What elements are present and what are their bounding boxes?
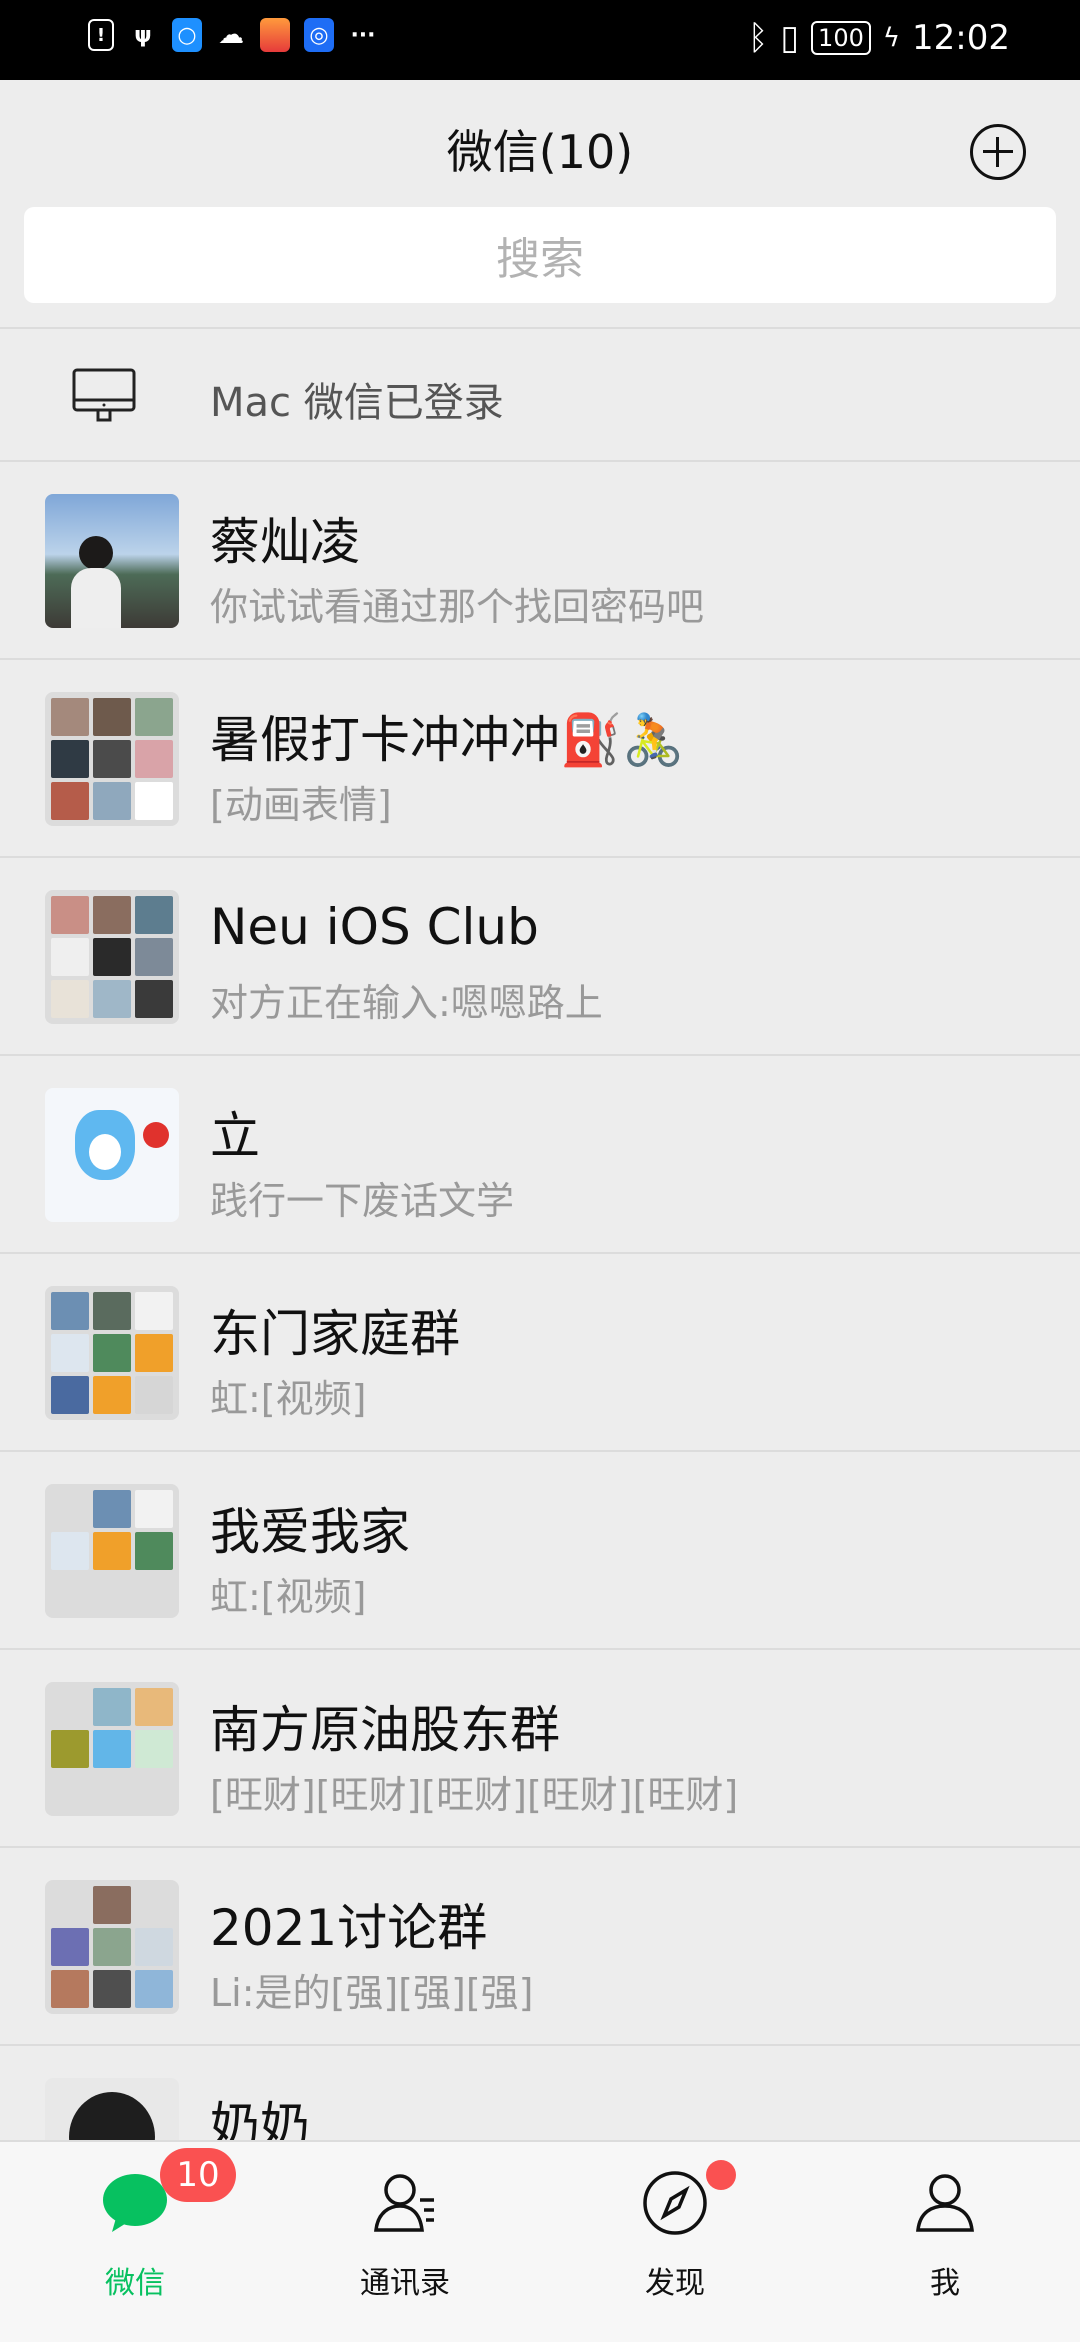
chat-row[interactable]: 东门家庭群 虹:[视频]: [0, 1256, 1080, 1452]
chat-preview: 践行一下废话文学: [210, 1179, 515, 1223]
charging-icon: ϟ: [882, 23, 901, 53]
bluetooth-icon: ᛒ: [747, 18, 769, 58]
divider: [0, 1648, 1080, 1650]
person-icon: [916, 2174, 974, 2232]
status-bar: ! ψ ○ ☁ ◎ ··· ᛒ ▯ 100 ϟ 12:02: [0, 0, 1080, 80]
usb-icon: ψ: [134, 22, 152, 48]
chat-name: 2021讨论群: [210, 1899, 488, 1957]
chat-row[interactable]: Neu iOS Club 对方正在输入:嗯嗯路上: [0, 860, 1080, 1056]
notice-icon: !: [88, 19, 114, 51]
chat-name: 南方原油股东群: [210, 1701, 560, 1759]
chat-row[interactable]: 立 践行一下废话文学: [0, 1058, 1080, 1254]
mac-login-text: Mac 微信已登录: [210, 380, 504, 426]
tab-discover[interactable]: 发现: [540, 2142, 810, 2342]
unread-badge: 10: [160, 2148, 236, 2202]
chat-row[interactable]: 2021讨论群 Li:是的[强][强][强]: [0, 1850, 1080, 2046]
divider: [0, 327, 1080, 329]
chat-preview: 对方正在输入:嗯嗯路上: [210, 981, 603, 1025]
chat-name: 蔡灿凌: [210, 513, 360, 571]
chat-name: 我爱我家: [210, 1503, 410, 1561]
divider: [0, 1054, 1080, 1056]
group-avatar: [45, 1880, 179, 2014]
contacts-icon: [374, 2174, 434, 2232]
status-icons-right: ᛒ ▯ 100 ϟ 12:02: [748, 18, 1010, 58]
divider: [0, 1450, 1080, 1452]
search-app-icon: ○: [172, 18, 202, 52]
chat-row[interactable]: 蔡灿凌 你试试看通过那个找回密码吧: [0, 464, 1080, 660]
divider: [0, 460, 1080, 462]
avatar: [45, 494, 179, 628]
plus-circle-icon[interactable]: [970, 124, 1026, 180]
group-avatar: [45, 890, 179, 1024]
status-icons-left: ! ψ ○ ☁ ◎ ···: [88, 18, 378, 52]
app-icon: [260, 18, 290, 52]
chat-row[interactable]: 我爱我家 虹:[视频]: [0, 1454, 1080, 1650]
tab-bar: 10 微信 通讯录 发现 我: [0, 2140, 1080, 2342]
chat-name: 立: [210, 1107, 260, 1165]
tab-contacts[interactable]: 通讯录: [270, 2142, 540, 2342]
chat-preview: Li:是的[强][强][强]: [210, 1971, 534, 2015]
tab-label: 发现: [645, 2266, 705, 2301]
vibrate-icon: ▯: [780, 18, 800, 58]
chat-name: 暑假打卡冲冲冲⛽🚴: [210, 711, 685, 769]
chat-preview: [旺财][旺财][旺财][旺财][旺财]: [210, 1773, 739, 1817]
search-bar[interactable]: 搜索: [24, 207, 1056, 303]
divider: [0, 1846, 1080, 1848]
chat-preview: [动画表情]: [210, 783, 392, 827]
cloud-icon: ☁: [218, 20, 244, 50]
bulb-icon: ◎: [304, 18, 334, 52]
top-bar: 微信(10): [0, 80, 1080, 210]
divider: [0, 2044, 1080, 2046]
group-avatar: [45, 1286, 179, 1420]
search-placeholder: 搜索: [496, 234, 584, 285]
divider: [0, 1252, 1080, 1254]
tab-label: 微信: [105, 2266, 165, 2301]
chat-preview: 虹:[视频]: [210, 1377, 367, 1421]
mac-login-row[interactable]: Mac 微信已登录: [0, 330, 1080, 462]
chat-name: Neu iOS Club: [210, 898, 539, 956]
compass-icon: [643, 2171, 707, 2235]
group-avatar: [45, 692, 179, 826]
more-icon: ···: [350, 22, 376, 48]
notification-dot: [706, 2160, 736, 2190]
battery-level: 100: [811, 21, 871, 55]
chat-name: 东门家庭群: [210, 1305, 460, 1363]
tab-me[interactable]: 我: [810, 2142, 1080, 2342]
group-avatar: [45, 1682, 179, 1816]
chat-preview: 虹:[视频]: [210, 1575, 367, 1619]
divider: [0, 856, 1080, 858]
clock: 12:02: [912, 18, 1010, 58]
tab-label: 我: [930, 2266, 960, 2301]
tab-chats[interactable]: 10 微信: [0, 2142, 270, 2342]
chat-row[interactable]: 南方原油股东群 [旺财][旺财][旺财][旺财][旺财]: [0, 1652, 1080, 1848]
group-avatar: [45, 1484, 179, 1618]
chat-row[interactable]: 暑假打卡冲冲冲⛽🚴 [动画表情]: [0, 662, 1080, 858]
tab-label: 通讯录: [360, 2266, 450, 2301]
chat-preview: 你试试看通过那个找回密码吧: [210, 585, 705, 629]
divider: [0, 658, 1080, 660]
avatar: [45, 1088, 179, 1222]
page-title: 微信(10): [446, 125, 634, 179]
monitor-icon: [72, 368, 136, 422]
chat-bubble-icon: [103, 2174, 167, 2232]
